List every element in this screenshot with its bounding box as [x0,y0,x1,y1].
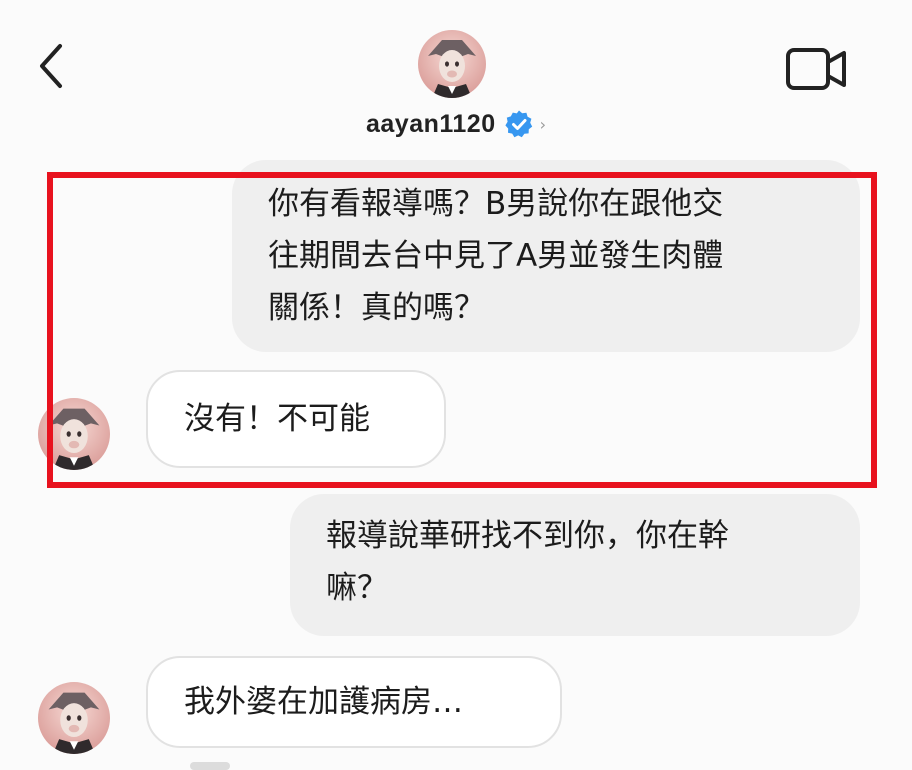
message-text-line: 關係！真的嗎？ [268,290,485,326]
message-text-line: 往期間去台中見了A男並發生肉體 [268,238,724,274]
reaction-peek [190,762,230,770]
message-text-line: 嘛？ [326,570,388,606]
profile-avatar-icon [38,682,110,754]
username: aayan1120 [365,109,496,138]
message-text: 沒有！不可能 [184,401,370,437]
verified-badge-icon [505,110,532,138]
header-avatar[interactable] [418,30,486,98]
chat-screen: aayan1120 › 你有看報導嗎？B男說你在跟他交 往期間去台中見了A男並發… [0,0,912,770]
video-call-button[interactable] [782,42,852,96]
message-bubble-received[interactable]: 沒有！不可能 [146,370,446,468]
video-camera-icon [786,48,846,90]
back-button[interactable] [30,40,74,92]
chevron-left-icon [40,44,62,88]
header-name-row[interactable]: aayan1120 › [0,104,912,144]
message-bubble-sent[interactable]: 報導說華研找不到你，你在幹 嘛？ [290,494,860,636]
chevron-right-icon: › [539,114,547,134]
message-text-line: 報導說華研找不到你，你在幹 [326,518,729,554]
message-text-line: 你有看報導嗎？B男說你在跟他交 [268,186,724,222]
sender-avatar[interactable] [38,398,110,470]
message-bubble-received[interactable]: 我外婆在加護病房… [146,656,562,748]
profile-avatar-icon [418,30,486,98]
message-bubble-sent[interactable]: 你有看報導嗎？B男說你在跟他交 往期間去台中見了A男並發生肉體 關係！真的嗎？ [232,160,860,352]
profile-avatar-icon [38,398,110,470]
sender-avatar[interactable] [38,682,110,754]
message-text: 我外婆在加護病房… [184,684,463,720]
